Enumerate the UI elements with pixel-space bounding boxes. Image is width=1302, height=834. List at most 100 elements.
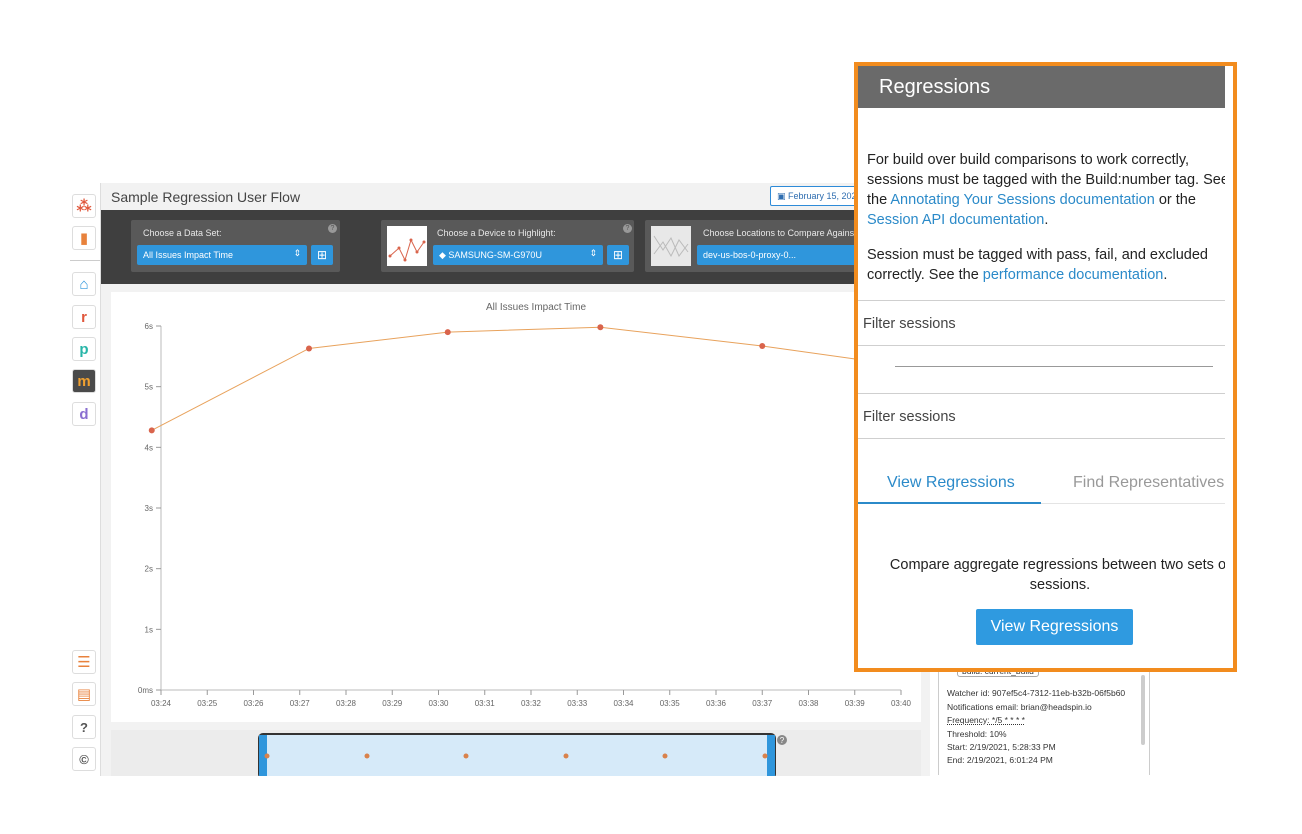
- divider: [858, 438, 1225, 439]
- divider: [858, 300, 1225, 301]
- text: correctly. See the: [867, 267, 983, 283]
- y-tick-label: 2s: [145, 565, 153, 574]
- x-tick-label: 03:25: [197, 699, 218, 708]
- instructions-paragraph: For build over build comparisons to work…: [867, 150, 1225, 230]
- help-icon[interactable]: ?: [328, 224, 337, 233]
- x-tick-label: 03:32: [521, 699, 542, 708]
- popup-body: For build over build comparisons to work…: [858, 108, 1225, 668]
- dataset-label: Choose a Data Set:: [143, 228, 222, 238]
- text: .: [1163, 267, 1168, 283]
- svg-text:?: ?: [780, 736, 785, 745]
- notifications-email: Notifications email: brian@headspin.io: [947, 702, 1092, 712]
- x-tick-label: 03:39: [845, 699, 866, 708]
- data-point: [759, 343, 766, 350]
- filter-sessions-label[interactable]: Filter sessions: [863, 316, 956, 332]
- start-time: Start: 2/19/2021, 5:28:33 PM: [947, 742, 1056, 752]
- help-icon[interactable]: ?: [72, 715, 96, 739]
- annotating-docs-link[interactable]: Annotating Your Sessions documentation: [890, 192, 1154, 208]
- regressions-popup: Regressions For build over build compari…: [854, 62, 1237, 672]
- y-tick-label: 1s: [145, 625, 153, 634]
- performance-docs-link[interactable]: performance documentation: [983, 267, 1164, 283]
- text: or the: [1154, 192, 1196, 208]
- x-tick-label: 03:34: [613, 699, 634, 708]
- date-label: February 15, 2021: [788, 191, 862, 201]
- x-tick-label: 03:30: [428, 699, 449, 708]
- device-panel: Choose a Device to Highlight: ? ◆ SAMSUN…: [381, 220, 634, 272]
- locations-panel: Choose Locations to Compare Against: dev…: [645, 220, 865, 272]
- bar-chart-icon[interactable]: ▮: [72, 226, 96, 250]
- y-tick-label: 6s: [145, 322, 153, 331]
- text: .: [1044, 212, 1049, 228]
- locations-chart-thumbnail: [651, 226, 691, 266]
- tab-divider: [1041, 503, 1225, 504]
- active-tab-indicator: [858, 502, 1041, 504]
- y-tick-label: 0ms: [138, 686, 153, 695]
- scrollbar[interactable]: [1141, 675, 1145, 745]
- x-tick-label: 03:38: [798, 699, 819, 708]
- x-tick-label: 03:37: [752, 699, 773, 708]
- p-logo-icon[interactable]: p: [72, 337, 96, 361]
- filter-input-underline[interactable]: [895, 366, 1213, 367]
- watcher-id: Watcher id: 907ef5c4-7312-11eb-b32b-06f5…: [947, 688, 1126, 698]
- x-tick-label: 03:26: [243, 699, 264, 708]
- chart-title: All Issues Impact Time: [486, 302, 586, 313]
- threshold: Threshold: 10%: [947, 729, 1007, 739]
- timeline-scrubber-area: ?: [111, 730, 921, 779]
- x-tick-label: 03:29: [382, 699, 403, 708]
- session-api-docs-link[interactable]: Session API documentation: [867, 212, 1044, 228]
- x-tick-label: 03:27: [290, 699, 311, 708]
- text: the: [867, 192, 891, 208]
- line-chart: All Issues Impact Time 0ms 1s 2s 3s 4s 5s 6s 03:…: [138, 302, 912, 708]
- instructions-line: the Annotating Your Sessions documentati…: [867, 190, 1225, 210]
- device-selected: SAMSUNG-SM-G970U: [448, 250, 542, 260]
- copyright-icon[interactable]: ©: [72, 747, 96, 771]
- home-icon[interactable]: ⌂: [72, 272, 96, 296]
- instructions-line: Session API documentation.: [867, 210, 1225, 230]
- r-logo-icon[interactable]: r: [72, 305, 96, 329]
- tab-find-representatives[interactable]: Find Representatives: [1073, 474, 1224, 492]
- data-point: [148, 427, 155, 434]
- end-time: End: 2/19/2021, 6:01:24 PM: [947, 755, 1053, 765]
- locations-select[interactable]: dev-us-bos-0-proxy-0...: [697, 245, 865, 265]
- help-icon[interactable]: ?: [623, 224, 632, 233]
- select-arrows-icon: ⇕: [589, 248, 597, 258]
- document-icon[interactable]: ▤: [72, 682, 96, 706]
- filter-sessions-label[interactable]: Filter sessions: [863, 409, 956, 425]
- y-tick-label: 4s: [145, 443, 153, 452]
- device-label: Choose a Device to Highlight:: [437, 228, 556, 238]
- data-point: [597, 324, 604, 331]
- device-chart-thumbnail: [387, 226, 427, 266]
- device-select[interactable]: ◆ SAMSUNG-SM-G970U ⇕: [433, 245, 603, 265]
- popup-header: Regressions: [858, 66, 1225, 108]
- y-tick-label: 3s: [145, 504, 153, 513]
- locations-label: Choose Locations to Compare Against:: [703, 228, 860, 238]
- data-point: [444, 329, 451, 336]
- people-icon[interactable]: ⁂: [72, 194, 96, 218]
- m-logo-icon[interactable]: m: [72, 369, 96, 393]
- grid-icon[interactable]: ⊞: [311, 245, 333, 265]
- d-logo-icon[interactable]: d: [72, 402, 96, 426]
- tagging-line: correctly. See the performance documenta…: [867, 265, 1225, 285]
- tab-view-regressions[interactable]: View Regressions: [887, 474, 1015, 492]
- divider: [858, 393, 1225, 394]
- grid-icon[interactable]: ⊞: [607, 245, 629, 265]
- divider: [858, 345, 1225, 346]
- filter-toolbar: Choose a Data Set: ? All Issues Impact T…: [101, 210, 931, 284]
- x-tick-label: 03:24: [151, 699, 172, 708]
- list-icon[interactable]: ☰: [72, 650, 96, 674]
- left-icon-rail: ⁂ ▮ ⌂ r p m d ☰ ▤ ? ©: [70, 188, 100, 778]
- select-arrows-icon: ⇕: [293, 248, 301, 258]
- compare-description: Compare aggregate regressions between tw…: [889, 557, 1225, 593]
- watcher-info-pane: build: current_build Watcher id: 907ef5c…: [938, 655, 1150, 775]
- locations-selected: dev-us-bos-0-proxy-0...: [703, 250, 797, 260]
- timeline-scrubber[interactable]: ?: [111, 730, 921, 779]
- rail-divider: [70, 260, 100, 261]
- dataset-select[interactable]: All Issues Impact Time ⇕: [137, 245, 307, 265]
- popup-title: Regressions: [879, 76, 991, 98]
- data-point: [306, 345, 312, 352]
- instructions-line: sessions must be tagged with the Build:n…: [867, 172, 1225, 188]
- x-tick-label: 03:36: [706, 699, 727, 708]
- calendar-icon: ▣: [777, 191, 789, 201]
- dataset-selected: All Issues Impact Time: [143, 250, 234, 260]
- view-regressions-button[interactable]: View Regressions: [976, 609, 1133, 645]
